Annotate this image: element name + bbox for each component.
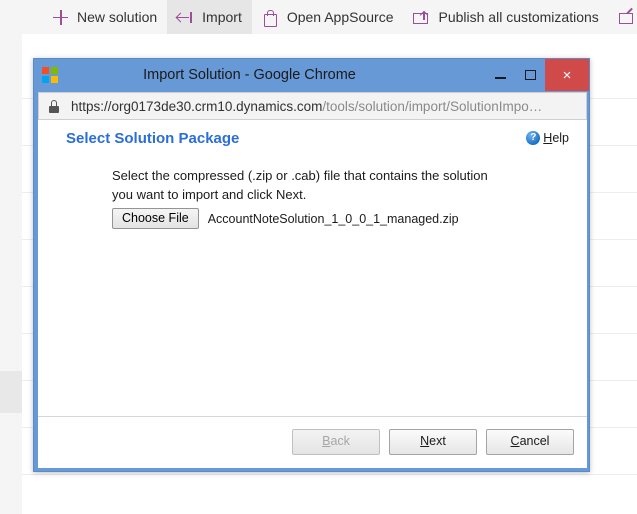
lock-icon [49, 100, 59, 113]
list-row-separator [22, 474, 637, 475]
left-scrollbar-thumb[interactable] [0, 371, 22, 413]
back-label-rest: ack [330, 434, 349, 448]
command-open-appsource[interactable]: Open AppSource [252, 0, 404, 34]
command-publish-all-customizations-label: Publish all customizations [438, 10, 598, 24]
address-bar-url: https://org0173de30.crm10.dynamics.com/t… [71, 99, 542, 114]
next-accelerator: N [420, 434, 429, 448]
url-path: /tools/solution/import/SolutionImpo… [322, 99, 542, 114]
wizard-footer-buttons: Back Next Cancel [292, 429, 574, 455]
selected-file-name: AccountNoteSolution_1_0_0_1_managed.zip [208, 212, 459, 226]
close-button[interactable]: × [545, 59, 589, 91]
microsoft-logo-icon [42, 67, 58, 83]
address-bar[interactable]: https://org0173de30.crm10.dynamics.com/t… [38, 92, 587, 120]
dialog-title-bar[interactable]: Import Solution - Google Chrome × [34, 59, 589, 91]
cancel-accelerator: C [511, 434, 520, 448]
command-publish-all-customizations[interactable]: Publish all customizations [403, 0, 608, 34]
import-icon [177, 9, 194, 26]
left-scrollbar-track[interactable] [0, 34, 22, 514]
url-domain: https://org0173de30.crm10.dynamics.com [71, 99, 322, 114]
command-import[interactable]: Import [167, 0, 252, 34]
command-import-label: Import [202, 10, 242, 24]
cancel-button[interactable]: Cancel [486, 429, 574, 455]
instruction-text: Select the compressed (.zip or .cab) fil… [112, 167, 507, 205]
cancel-label-rest: ancel [520, 434, 550, 448]
next-label-rest: ext [429, 434, 446, 448]
help-link[interactable]: ? Help [526, 131, 569, 145]
command-share[interactable]: S [609, 0, 637, 34]
wizard-page: Select Solution Package ? Help Select th… [38, 120, 587, 468]
next-button[interactable]: Next [389, 429, 477, 455]
publish-upload-icon [413, 9, 430, 26]
command-new-solution-label: New solution [77, 10, 157, 24]
command-new-solution[interactable]: New solution [42, 0, 167, 34]
help-link-label: Help [543, 131, 569, 145]
page-title: Select Solution Package [66, 130, 239, 147]
command-open-appsource-label: Open AppSource [287, 10, 394, 24]
dialog-title: Import Solution - Google Chrome [34, 67, 485, 83]
import-solution-dialog: Import Solution - Google Chrome × https:… [33, 58, 590, 472]
maximize-button[interactable] [515, 59, 545, 91]
command-bar: New solution Import Open AppSource Publi… [0, 0, 637, 34]
back-button[interactable]: Back [292, 429, 380, 455]
footer-separator [38, 416, 587, 417]
help-accelerator: H [543, 131, 552, 145]
share-open-in-new-icon [619, 9, 636, 26]
appsource-bag-icon [262, 9, 279, 26]
choose-file-button[interactable]: Choose File [112, 208, 199, 229]
help-question-icon: ? [526, 131, 540, 145]
plus-icon [52, 9, 69, 26]
file-picker-row: Choose File AccountNoteSolution_1_0_0_1_… [112, 208, 459, 229]
minimize-button[interactable] [485, 59, 515, 91]
help-label-rest: elp [552, 131, 569, 145]
